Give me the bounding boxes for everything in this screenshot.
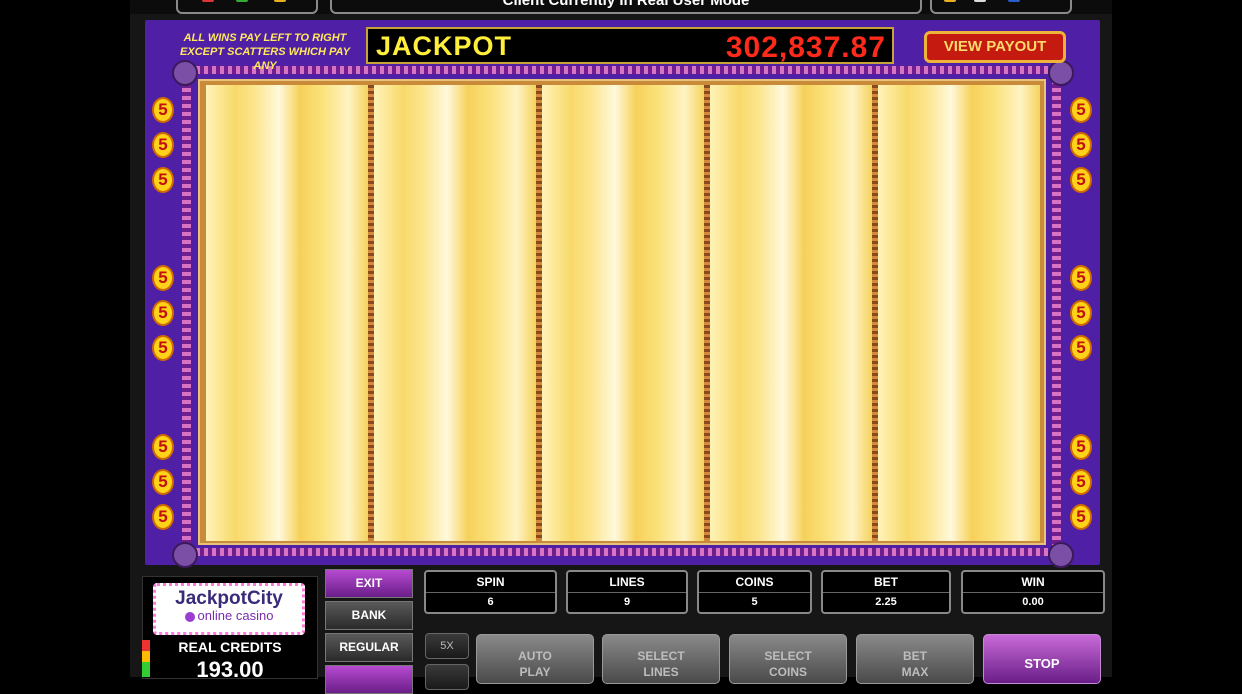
regular-button[interactable]: REGULAR xyxy=(325,633,413,662)
line-marker-right[interactable]: 5 xyxy=(1070,300,1092,326)
line-marker-right[interactable]: 5 xyxy=(1070,265,1092,291)
mode-message: Client Currently In Real User Mode xyxy=(330,0,922,14)
win-stat: WIN 0.00 xyxy=(961,570,1105,614)
rope-border-right xyxy=(1052,78,1061,548)
coins-value: 5 xyxy=(751,596,758,608)
record-icon[interactable] xyxy=(202,0,214,2)
line-marker-right[interactable]: 5 xyxy=(1070,504,1092,530)
reel-1 xyxy=(206,85,368,541)
credits-value: 193.00 xyxy=(196,657,264,682)
spin-label: SPIN xyxy=(476,575,505,589)
casino-logo: JackpotCity online casino xyxy=(153,583,305,635)
line-marker-left[interactable]: 5 xyxy=(152,335,174,361)
line-marker-right[interactable]: 5 xyxy=(1070,132,1092,158)
rope-border-bottom xyxy=(196,548,1048,556)
win-value: 0.00 xyxy=(1022,596,1044,608)
reel-area xyxy=(198,79,1046,545)
spin-stat: SPIN 6 xyxy=(424,570,557,614)
paytable-rules: ALL WINS PAY LEFT TO RIGHT EXCEPT SCATTE… xyxy=(170,31,360,73)
help-button[interactable] xyxy=(325,665,413,694)
coins-label: COINS xyxy=(735,575,774,589)
line-marker-right[interactable]: 5 xyxy=(1070,469,1092,495)
toolbar-right xyxy=(930,0,1072,14)
auto-play-line1: AUTO xyxy=(518,649,552,663)
jackpot-display: JACKPOT 302,837.87 xyxy=(366,27,894,64)
lines-stat: LINES 9 xyxy=(566,570,688,614)
jackpot-value: 302,837.87 xyxy=(725,31,886,64)
history-icon[interactable] xyxy=(274,0,286,2)
edit-icon[interactable] xyxy=(236,0,248,2)
reel-2 xyxy=(374,85,536,541)
bet-max-line1: BET xyxy=(903,649,927,663)
corner-ornament xyxy=(1048,60,1074,86)
corner-ornament xyxy=(172,542,198,568)
select-lines-line1: SELECT xyxy=(637,649,685,663)
line-marker-left[interactable]: 5 xyxy=(152,167,174,193)
select-coins-line1: SELECT xyxy=(764,649,812,663)
lines-label: LINES xyxy=(609,575,645,589)
logo-ring-icon xyxy=(184,611,195,622)
credits-label: REAL CREDITS xyxy=(178,639,282,655)
win-label: WIN xyxy=(1021,575,1045,589)
line-marker-left[interactable]: 5 xyxy=(152,97,174,123)
speed-button[interactable] xyxy=(425,664,469,690)
line-marker-left[interactable]: 5 xyxy=(152,265,174,291)
logo-subtitle-text: online casino xyxy=(197,608,274,623)
line-marker-left[interactable]: 5 xyxy=(152,469,174,495)
line-marker-right[interactable]: 5 xyxy=(1070,434,1092,460)
corner-ornament xyxy=(1048,542,1074,568)
line-marker-right[interactable]: 5 xyxy=(1070,167,1092,193)
bet-stat: BET 2.25 xyxy=(821,570,951,614)
coins-stat: COINS 5 xyxy=(697,570,812,614)
help-icon[interactable] xyxy=(944,0,956,2)
rope-border-left xyxy=(182,78,191,548)
line-marker-left[interactable]: 5 xyxy=(152,300,174,326)
multiplier-button[interactable]: 5X xyxy=(425,633,469,659)
reel-5 xyxy=(878,85,1040,541)
rules-line-2: EXCEPT SCATTERS WHICH PAY ANY xyxy=(180,46,350,72)
logo-subtitle: online casino xyxy=(156,608,302,623)
bet-value: 2.25 xyxy=(875,596,897,608)
jackpot-label: JACKPOT xyxy=(376,31,513,61)
line-marker-right[interactable]: 5 xyxy=(1070,97,1092,123)
rules-line-1: ALL WINS PAY LEFT TO RIGHT xyxy=(183,32,347,44)
sound-icon[interactable] xyxy=(974,0,986,2)
toolbar-left xyxy=(176,0,318,14)
spin-value: 6 xyxy=(487,596,494,608)
settings-icon[interactable] xyxy=(1008,0,1020,2)
exit-button[interactable]: EXIT xyxy=(325,569,413,598)
line-marker-right[interactable]: 5 xyxy=(1070,335,1092,361)
line-marker-left[interactable]: 5 xyxy=(152,132,174,158)
reel-3 xyxy=(542,85,704,541)
bet-label: BET xyxy=(874,575,898,589)
line-marker-left[interactable]: 5 xyxy=(152,434,174,460)
logo-title: JackpotCity xyxy=(175,588,283,609)
reel-4 xyxy=(710,85,872,541)
bank-button[interactable]: BANK xyxy=(325,601,413,630)
line-marker-left[interactable]: 5 xyxy=(152,504,174,530)
view-payout-button[interactable]: VIEW PAYOUT xyxy=(924,31,1066,63)
balance-meter xyxy=(142,640,150,677)
lines-value: 9 xyxy=(623,596,631,608)
casino-branding: JackpotCity online casino REAL CREDITS 1… xyxy=(142,576,318,682)
